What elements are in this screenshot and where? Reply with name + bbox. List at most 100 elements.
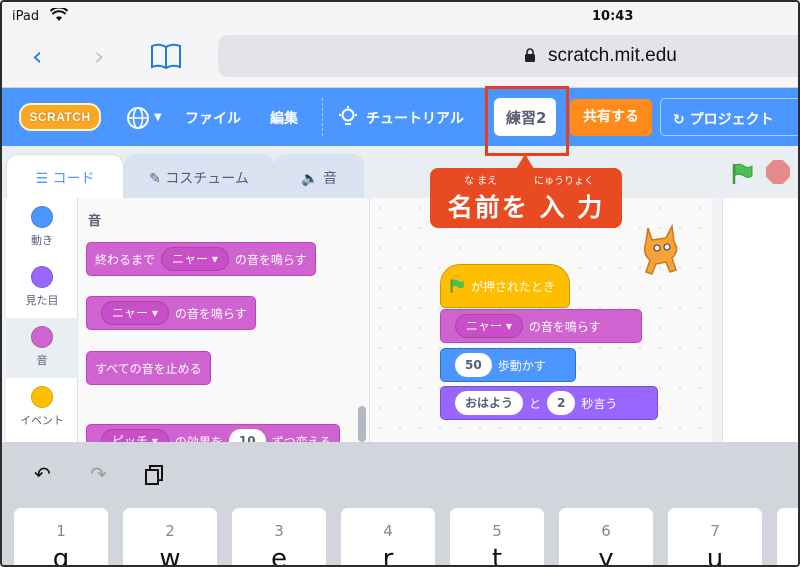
code-icon: ☰: [35, 171, 49, 187]
callout-tip: [516, 154, 534, 169]
carrier-label: iPad: [12, 9, 40, 24]
share-button[interactable]: 共有する: [570, 99, 652, 136]
address-bar[interactable]: scratch.mit.edu: [218, 35, 798, 77]
status-bar: iPad 10:43: [2, 2, 798, 32]
key-number: 3: [274, 522, 284, 540]
block-palette: 音 終わるまで ニャー ▾ の音を鳴らす ニャー ▾ の音を鳴らす すべての音を…: [78, 198, 370, 442]
redo-icon[interactable]: ↷: [90, 462, 107, 486]
back-button[interactable]: ‹: [32, 44, 42, 70]
callout-ruby-name: な まえ: [464, 176, 498, 187]
category-sound[interactable]: 音: [6, 318, 78, 378]
category-motion[interactable]: 動き: [6, 198, 78, 258]
key-q[interactable]: 1 q: [14, 508, 108, 565]
tab-sounds[interactable]: 🔈 音: [274, 154, 364, 198]
stop-icon[interactable]: [766, 160, 790, 184]
on-screen-keyboard: 1 q 2 w 3 e 4 r 5 t 6 y 7 u: [2, 504, 798, 567]
menu-file[interactable]: ファイル: [185, 108, 241, 128]
forward-button[interactable]: ›: [94, 44, 104, 70]
sound-dropdown[interactable]: ニャー ▾: [161, 247, 229, 271]
block-stop-all-sounds[interactable]: すべての音を止める: [86, 351, 211, 385]
tab-costumes[interactable]: ✎ コスチューム: [124, 154, 274, 198]
key-number: 4: [383, 522, 393, 540]
key-r[interactable]: 4 r: [341, 508, 435, 567]
key-letter: w: [159, 544, 181, 567]
block-text: 終わるまで: [95, 252, 156, 267]
green-flag-icon: [450, 279, 464, 293]
key-number: 6: [601, 522, 611, 540]
category-menu: 動き 見た目 音 イベント: [6, 198, 78, 442]
undo-icon[interactable]: ↶: [34, 462, 51, 486]
category-dot: [31, 326, 53, 348]
cat-sprite-icon: [643, 223, 678, 275]
key-letter: t: [491, 544, 503, 567]
chevron-down-icon: ▼: [154, 112, 162, 123]
ipad-screen: iPad 10:43 ‹ › scratch.mit.edu SCRATCH ▼…: [0, 0, 800, 567]
block-text: ずつ変える: [271, 434, 332, 443]
key-letter: r: [382, 544, 394, 567]
bookmarks-icon[interactable]: [150, 42, 182, 70]
block-text: 秒言う: [581, 396, 618, 411]
category-looks[interactable]: 見た目: [6, 258, 78, 318]
block-text: の音を鳴らす: [234, 252, 307, 267]
key-letter: u: [706, 544, 724, 567]
key-u[interactable]: 7 u: [668, 508, 762, 567]
tab-label: コスチューム: [165, 171, 249, 187]
category-events[interactable]: イベント: [6, 378, 78, 438]
block-text: と: [529, 396, 542, 411]
category-label: 見た目: [25, 294, 59, 307]
block-play-sound-until-done[interactable]: 終わるまで ニャー ▾ の音を鳴らす: [86, 242, 316, 276]
paste-icon[interactable]: [144, 464, 164, 486]
key-letter: e: [271, 544, 287, 567]
key-t[interactable]: 5 t: [450, 508, 544, 567]
callout-text: 名前を 入 力: [447, 193, 605, 222]
sound-dropdown[interactable]: ニャー ▾: [101, 301, 169, 325]
category-dot: [31, 386, 53, 408]
green-flag-icon[interactable]: [730, 162, 754, 186]
block-change-effect[interactable]: ピッチ ▾ の効果を 10 ずつ変える: [86, 424, 341, 443]
wifi-icon: [50, 8, 68, 21]
number-input[interactable]: 50: [455, 353, 492, 377]
block-text: が押されたとき: [471, 279, 556, 294]
key-y[interactable]: 6 y: [559, 508, 653, 565]
key-e[interactable]: 3 e: [232, 508, 326, 567]
menu-edit[interactable]: 編集: [270, 108, 298, 128]
project-page-icon: ↻: [673, 112, 685, 128]
key-partial[interactable]: [777, 508, 798, 565]
project-page-button[interactable]: ↻ プロジェクト: [660, 98, 798, 136]
scratch-menu-bar: SCRATCH ▼ ファイル 編集 チュートリアル 練習2 共有する ↻ プロジ…: [2, 88, 798, 146]
palette-heading: 音: [88, 214, 102, 229]
block-text: すべての音を止める: [95, 361, 202, 376]
tab-code[interactable]: ☰ コード: [6, 154, 124, 198]
menu-divider: [322, 98, 323, 136]
effect-dropdown[interactable]: ピッチ ▾: [101, 429, 169, 442]
category-dot: [31, 266, 53, 288]
input-name-callout: な まえ にゅうりょく 名前を 入 力: [430, 154, 622, 228]
category-dot: [31, 206, 53, 228]
project-page-label: プロジェクト: [689, 112, 774, 128]
stage-area[interactable]: [722, 198, 798, 442]
globe-icon[interactable]: [126, 106, 150, 130]
script-block-move-steps[interactable]: 50 歩動かす: [440, 348, 576, 382]
sound-dropdown[interactable]: ニャー ▾: [455, 314, 523, 338]
editor-tabs: ☰ コード ✎ コスチューム 🔈 音: [2, 146, 798, 198]
key-number: 1: [56, 522, 66, 540]
block-start-sound[interactable]: ニャー ▾ の音を鳴らす: [86, 296, 256, 330]
script-block-say-for-secs[interactable]: おはよう と 2 秒言う: [440, 386, 658, 420]
speaker-icon: 🔈: [301, 171, 319, 187]
callout-ruby-input: にゅうりょく: [534, 176, 594, 187]
tab-label: 音: [322, 171, 337, 187]
menu-tutorials[interactable]: チュートリアル: [366, 108, 464, 128]
block-when-flag-clicked[interactable]: が押されたとき: [440, 264, 570, 308]
number-input[interactable]: 10: [228, 429, 266, 442]
text-input[interactable]: おはよう: [455, 391, 524, 415]
key-w[interactable]: 2 w: [123, 508, 217, 567]
palette-scrollbar[interactable]: [358, 406, 366, 442]
tab-label: コード: [52, 171, 95, 187]
number-input[interactable]: 2: [547, 391, 576, 415]
scratch-logo[interactable]: SCRATCH: [19, 103, 101, 131]
clock: 10:43: [592, 9, 634, 24]
category-label: イベント: [20, 414, 64, 427]
key-number: 2: [165, 522, 175, 540]
block-text: の音を鳴らす: [528, 319, 601, 334]
script-block-start-sound[interactable]: ニャー ▾ の音を鳴らす: [440, 309, 642, 343]
